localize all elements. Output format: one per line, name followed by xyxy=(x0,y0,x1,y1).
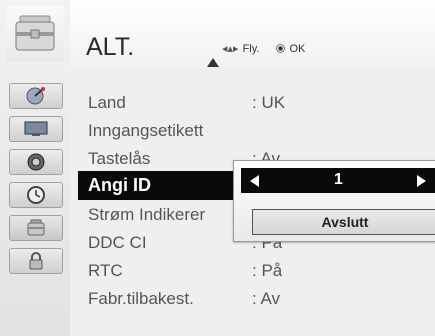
sidebar-item-picture[interactable] xyxy=(9,116,63,142)
sidebar-item-setup[interactable] xyxy=(9,83,63,109)
set-id-popup: 1 Avslutt xyxy=(233,160,435,242)
increase-arrow-icon[interactable] xyxy=(417,175,426,187)
id-selector[interactable]: 1 xyxy=(241,168,435,193)
menu-item-country[interactable]: Land : UK xyxy=(70,88,435,116)
menu-header: ALT. ◂▴▸ Fly. OK xyxy=(70,0,435,70)
ok-hint: OK xyxy=(289,42,306,55)
navigate-hint: Fly. xyxy=(242,42,260,55)
close-button[interactable]: Avslutt xyxy=(252,209,435,235)
id-value: 1 xyxy=(334,171,343,188)
key-legend: ◂▴▸ Fly. OK xyxy=(222,42,306,56)
page-title: ALT. xyxy=(86,33,135,61)
sidebar xyxy=(0,0,70,336)
speaker-icon xyxy=(26,152,46,172)
toolbox-icon xyxy=(25,218,47,238)
sidebar-item-audio[interactable] xyxy=(9,149,63,175)
satellite-dish-icon xyxy=(25,86,47,106)
sidebar-item-lock[interactable] xyxy=(9,248,63,274)
scroll-up-icon[interactable] xyxy=(207,58,219,67)
navigate-arrows-icon: ◂▴▸ xyxy=(222,43,239,55)
clock-icon xyxy=(26,185,46,205)
lock-icon xyxy=(27,251,45,271)
toolbox-header-icon xyxy=(6,6,64,62)
menu-item-input-label[interactable]: Inngangsetikett xyxy=(70,116,435,144)
sidebar-item-option[interactable] xyxy=(9,215,63,241)
sidebar-item-time[interactable] xyxy=(9,182,63,208)
menu-item-factory-reset[interactable]: Fabr.tilbakest. : Av xyxy=(70,284,435,312)
screen-icon xyxy=(24,120,48,138)
ok-button-icon xyxy=(278,46,284,51)
menu-item-rtc[interactable]: RTC : På xyxy=(70,256,435,284)
